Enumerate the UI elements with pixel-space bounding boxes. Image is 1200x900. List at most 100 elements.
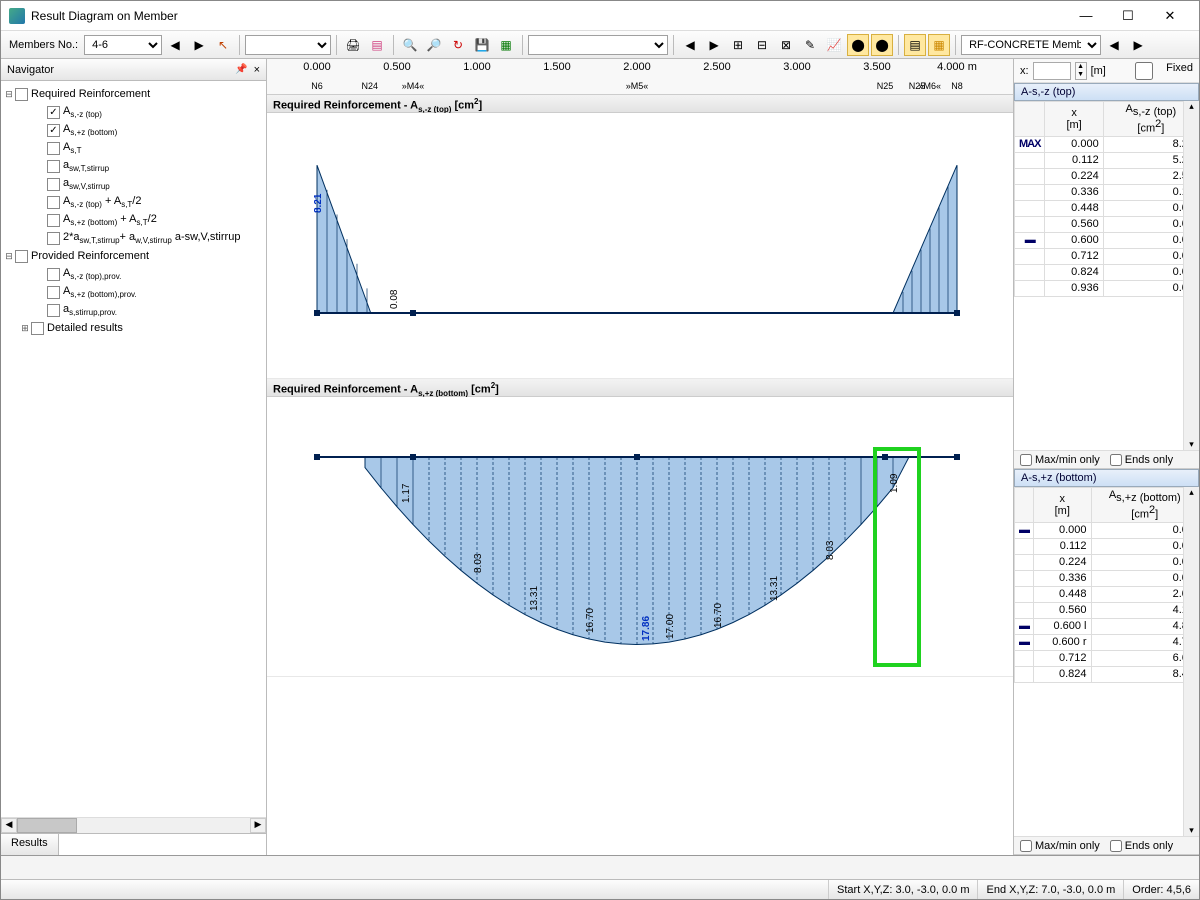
table-row[interactable]: 0.1120.00 (1015, 538, 1199, 554)
module-prev-button[interactable]: ◀ (1103, 34, 1125, 56)
table-row[interactable]: ▬0.0000.00 (1015, 522, 1199, 538)
table2[interactable]: x[m]As,+z (bottom)[cm2]▬0.0000.000.1120.… (1014, 487, 1199, 683)
next-member-button[interactable]: ▶ (188, 34, 210, 56)
scroll-left-button[interactable]: ◀ (1, 818, 17, 833)
x-input[interactable] (1033, 62, 1071, 80)
zoom-in-button[interactable]: 🔍 (399, 34, 421, 56)
pin-icon[interactable]: 📌 (235, 64, 247, 75)
chart1-plot[interactable]: 8.210.08 (267, 113, 1013, 379)
option-g-button[interactable]: ⬤ (871, 34, 893, 56)
excel-button[interactable]: ▦ (495, 34, 517, 56)
table-row[interactable]: 0.9360.00 (1015, 280, 1199, 296)
close-button[interactable]: ✕ (1149, 2, 1191, 30)
tree-item[interactable]: as,stirrup,prov. (3, 301, 264, 319)
nav-first-button[interactable]: ◀ (679, 34, 701, 56)
tree-checkbox[interactable] (47, 142, 60, 155)
table-row[interactable]: 0.7120.00 (1015, 248, 1199, 264)
print-button[interactable]: 🖨 (342, 34, 364, 56)
members-select[interactable]: 4-6 (84, 35, 162, 55)
table-row[interactable]: 0.3360.00 (1015, 570, 1199, 586)
tree-item[interactable]: As,-z (top) + As,T/2 (3, 193, 264, 211)
tree-checkbox[interactable] (47, 106, 60, 119)
save-button[interactable]: 💾 (471, 34, 493, 56)
tab-results[interactable]: Results (1, 834, 59, 855)
nav-next-button[interactable]: ▶ (703, 34, 725, 56)
tree-item[interactable]: As,+z (bottom) + As,T/2 (3, 211, 264, 229)
tree-item[interactable]: As,-z (top) (3, 103, 264, 121)
tree-checkbox[interactable] (47, 304, 60, 317)
tree-item[interactable]: As,+z (bottom),prov. (3, 283, 264, 301)
tree-checkbox[interactable] (47, 160, 60, 173)
table-row[interactable]: 0.1125.22 (1015, 152, 1199, 168)
option-e-button[interactable]: 📈 (823, 34, 845, 56)
result-case-select[interactable] (245, 35, 331, 55)
tree-checkbox[interactable] (47, 124, 60, 137)
maximize-button[interactable]: ☐ (1107, 2, 1149, 30)
manager-button[interactable]: ▤ (366, 34, 388, 56)
option-f-button[interactable]: ⬤ (847, 34, 869, 56)
tree-checkbox[interactable] (47, 214, 60, 227)
module-next-button[interactable]: ▶ (1127, 34, 1149, 56)
table-row[interactable]: 0.4480.00 (1015, 200, 1199, 216)
tree-item[interactable]: ⊟Required Reinforcement (3, 85, 264, 103)
tree-checkbox[interactable] (47, 268, 60, 281)
prev-member-button[interactable]: ◀ (164, 34, 186, 56)
table-row[interactable]: MAX0.0008.21 (1015, 136, 1199, 152)
navigator-tree[interactable]: ⊟Required ReinforcementAs,-z (top)As,+z … (1, 81, 266, 817)
tree-checkbox[interactable] (15, 250, 28, 263)
table2-scrollbar[interactable]: ▴ ▾ (1183, 487, 1199, 836)
pick-member-button[interactable]: ↖ (212, 34, 234, 56)
nav-h-scrollbar[interactable]: ◀ ▶ (1, 817, 266, 833)
table2-ends-checkbox[interactable] (1110, 840, 1122, 852)
fixed-checkbox[interactable] (1125, 62, 1163, 80)
chart2-plot[interactable]: 1.178.0313.3116.7017.8617.0016.7013.318.… (267, 397, 1013, 677)
tree-item[interactable]: ⊞Detailed results (3, 319, 264, 337)
scroll-thumb[interactable] (17, 818, 77, 833)
tree-checkbox[interactable] (47, 196, 60, 209)
option-a-button[interactable]: ⊞ (727, 34, 749, 56)
table-row[interactable]: 0.7126.69 (1015, 650, 1199, 666)
redraw-button[interactable]: ↻ (447, 34, 469, 56)
option-b-button[interactable]: ⊟ (751, 34, 773, 56)
table-row[interactable]: 0.8248.40 (1015, 666, 1199, 682)
table-row[interactable]: ▬0.600 l4.88 (1015, 618, 1199, 634)
table-row[interactable]: 0.3360.18 (1015, 184, 1199, 200)
table1[interactable]: x[m]As,-z (top)[cm2]MAX0.0008.210.1125.2… (1014, 101, 1199, 297)
tree-item[interactable]: As,T (3, 139, 264, 157)
view-select[interactable] (528, 35, 668, 55)
module-select[interactable]: RF-CONCRETE Members (961, 35, 1101, 55)
table-row[interactable]: 0.2242.51 (1015, 168, 1199, 184)
tree-item[interactable]: asw,V,stirrup (3, 175, 264, 193)
tree-item[interactable]: As,+z (bottom) (3, 121, 264, 139)
option-d-button[interactable]: ✎ (799, 34, 821, 56)
tree-checkbox[interactable] (47, 178, 60, 191)
option-c-button[interactable]: ⊠ (775, 34, 797, 56)
scroll-right-button[interactable]: ▶ (250, 818, 266, 833)
zoom-out-button[interactable]: 🔎 (423, 34, 445, 56)
tree-item[interactable]: ⊟Provided Reinforcement (3, 247, 264, 265)
table-row[interactable]: 0.5604.17 (1015, 602, 1199, 618)
tree-checkbox[interactable] (31, 322, 44, 335)
table1-ends-checkbox[interactable] (1110, 454, 1122, 466)
table1-panel: A-s,-z (top) x[m]As,-z (top)[cm2]MAX0.00… (1014, 83, 1199, 469)
table1-maxmin-checkbox[interactable] (1020, 454, 1032, 466)
x-spinner[interactable]: ▲▼ (1075, 62, 1087, 80)
table-row[interactable]: 0.5600.00 (1015, 216, 1199, 232)
tree-checkbox[interactable] (15, 88, 28, 101)
table2-maxmin-checkbox[interactable] (1020, 840, 1032, 852)
table-row[interactable]: 0.4482.05 (1015, 586, 1199, 602)
tree-checkbox[interactable] (47, 286, 60, 299)
minimize-button[interactable]: — (1065, 2, 1107, 30)
tree-checkbox[interactable] (47, 232, 60, 245)
table-row[interactable]: 0.2240.00 (1015, 554, 1199, 570)
tree-item[interactable]: 2*asw,T,stirrup+ aw,V,stirrup a-sw,V,sti… (3, 229, 264, 247)
table-row[interactable]: ▬0.600 r4.77 (1015, 634, 1199, 650)
tree-item[interactable]: As,-z (top),prov. (3, 265, 264, 283)
tree-item[interactable]: asw,T,stirrup (3, 157, 264, 175)
table-row[interactable]: 0.8240.00 (1015, 264, 1199, 280)
table-row[interactable]: ▬0.6000.00 (1015, 232, 1199, 248)
toggle-tree-button[interactable]: ▤ (904, 34, 926, 56)
toggle-table-button[interactable]: ▦ (928, 34, 950, 56)
table1-scrollbar[interactable]: ▴ ▾ (1183, 101, 1199, 450)
panel-close-icon[interactable]: × (254, 64, 260, 76)
